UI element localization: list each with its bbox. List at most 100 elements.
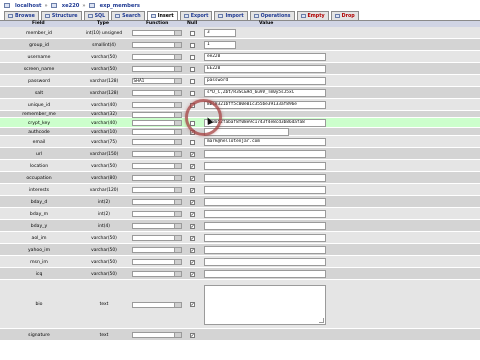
- null-cell: [185, 136, 199, 148]
- function-select[interactable]: [131, 54, 182, 60]
- field-name: bio: [35, 302, 43, 307]
- function-select[interactable]: [131, 211, 182, 217]
- field-type: varchar(50): [91, 235, 117, 241]
- table-row: password varchar(128) SHA1 password: [0, 75, 480, 87]
- value-cell: [201, 111, 341, 118]
- field-name: username: [27, 54, 51, 60]
- null-checkbox[interactable]: [189, 139, 195, 145]
- function-select[interactable]: [131, 187, 182, 193]
- function-select[interactable]: [131, 163, 182, 169]
- null-checkbox[interactable]: [189, 54, 195, 60]
- tab-drop[interactable]: Drop: [330, 11, 359, 20]
- field-name: salt: [34, 90, 44, 96]
- tab-empty[interactable]: Empty: [296, 11, 329, 20]
- value-input[interactable]: [204, 258, 326, 266]
- null-checkbox[interactable]: ✓: [189, 302, 195, 308]
- function-select[interactable]: [131, 271, 182, 277]
- null-checkbox[interactable]: ✓: [189, 151, 195, 157]
- tab-search[interactable]: Search: [111, 11, 145, 20]
- null-checkbox[interactable]: [189, 30, 195, 36]
- value-input[interactable]: mark@hellotenjar.com: [204, 138, 326, 146]
- function-cell: [130, 99, 183, 111]
- null-checkbox[interactable]: [189, 42, 195, 48]
- function-select[interactable]: [131, 102, 182, 108]
- function-select[interactable]: [131, 175, 182, 181]
- function-select[interactable]: [131, 30, 182, 36]
- value-input[interactable]: [204, 162, 326, 170]
- null-checkbox[interactable]: ✓: [189, 259, 195, 265]
- breadcrumb-server[interactable]: localhost: [15, 3, 42, 9]
- drop-icon: [334, 14, 340, 18]
- value-input[interactable]: s*D_C,Zbt/R3SC&9d_6u9V_Tm0y5sJ5xC: [204, 89, 326, 97]
- function-select[interactable]: [131, 111, 182, 118]
- function-select[interactable]: [131, 120, 182, 126]
- value-input[interactable]: ee220: [204, 53, 326, 61]
- null-checkbox[interactable]: ✓: [189, 247, 195, 253]
- value-input[interactable]: [204, 222, 326, 230]
- function-cell: [130, 268, 183, 280]
- tab-label: SQL: [94, 13, 106, 19]
- function-select[interactable]: SHA1: [131, 78, 182, 84]
- tab-export[interactable]: Export: [179, 11, 213, 20]
- tab-insert[interactable]: Insert: [146, 11, 178, 20]
- null-checkbox[interactable]: [189, 90, 195, 96]
- value-cell: mark@hellotenjar.com: [201, 136, 341, 148]
- function-select[interactable]: [131, 42, 182, 48]
- value-input[interactable]: [204, 186, 326, 194]
- tab-import[interactable]: Import: [214, 11, 248, 20]
- function-select[interactable]: [131, 235, 182, 241]
- tab-sql[interactable]: SQL: [83, 11, 110, 20]
- null-checkbox[interactable]: ✓: [189, 187, 195, 193]
- value-input[interactable]: [204, 210, 326, 218]
- function-select[interactable]: [131, 259, 182, 265]
- field-type: varchar(40): [91, 102, 117, 108]
- value-input[interactable]: [204, 198, 326, 206]
- function-select[interactable]: [131, 247, 182, 253]
- value-input[interactable]: [204, 174, 326, 182]
- tab-operations[interactable]: Operations: [249, 11, 295, 20]
- field-type: varchar(50): [91, 247, 117, 253]
- breadcrumb-table[interactable]: exp_members: [100, 3, 140, 9]
- function-select[interactable]: [131, 129, 182, 135]
- null-checkbox[interactable]: ✓: [189, 211, 195, 217]
- null-checkbox[interactable]: ✓: [189, 332, 195, 338]
- function-select[interactable]: [131, 223, 182, 229]
- tab-structure[interactable]: Structure: [40, 11, 82, 20]
- table-icon: [88, 3, 95, 8]
- value-input[interactable]: [204, 246, 326, 254]
- null-checkbox[interactable]: ✓: [189, 199, 195, 205]
- function-select[interactable]: [131, 139, 182, 145]
- null-checkbox[interactable]: ✓: [189, 271, 195, 277]
- sql-icon: [87, 14, 93, 18]
- value-input[interactable]: [204, 150, 326, 158]
- null-checkbox[interactable]: ✓: [189, 223, 195, 229]
- null-checkbox[interactable]: ✓: [189, 163, 195, 169]
- value-input[interactable]: password: [204, 77, 326, 85]
- tab-label: Browse: [15, 13, 35, 19]
- function-select[interactable]: [131, 66, 182, 72]
- breadcrumb-database[interactable]: xe220: [62, 3, 80, 9]
- null-checkbox[interactable]: [189, 78, 195, 84]
- function-select[interactable]: [131, 199, 182, 205]
- value-input[interactable]: EE220: [204, 65, 326, 73]
- bio-textarea[interactable]: [204, 284, 326, 325]
- null-cell: ✓: [185, 280, 199, 329]
- function-select[interactable]: [131, 301, 182, 308]
- tab-browse[interactable]: Browse: [4, 11, 39, 20]
- value-input[interactable]: [204, 234, 326, 242]
- function-select[interactable]: [131, 151, 182, 157]
- value-input[interactable]: 1: [204, 41, 236, 49]
- value-input[interactable]: ff8052fabaf8f08e9c1743f4e8cd3b86dafa8: [204, 119, 326, 127]
- null-checkbox[interactable]: [189, 66, 195, 72]
- null-checkbox[interactable]: ✓: [189, 175, 195, 181]
- value-input[interactable]: 8bc8321bff5c00e01c355be39133af896e: [204, 101, 326, 109]
- value-input[interactable]: [204, 270, 326, 278]
- value-cell: 3: [201, 27, 341, 39]
- null-checkbox[interactable]: ✓: [189, 235, 195, 241]
- function-select[interactable]: [131, 332, 182, 338]
- import-icon: [218, 14, 224, 18]
- null-cell: ✓: [185, 268, 199, 280]
- function-cell: [130, 196, 183, 208]
- value-input[interactable]: 3: [204, 29, 236, 37]
- function-select[interactable]: [131, 90, 182, 96]
